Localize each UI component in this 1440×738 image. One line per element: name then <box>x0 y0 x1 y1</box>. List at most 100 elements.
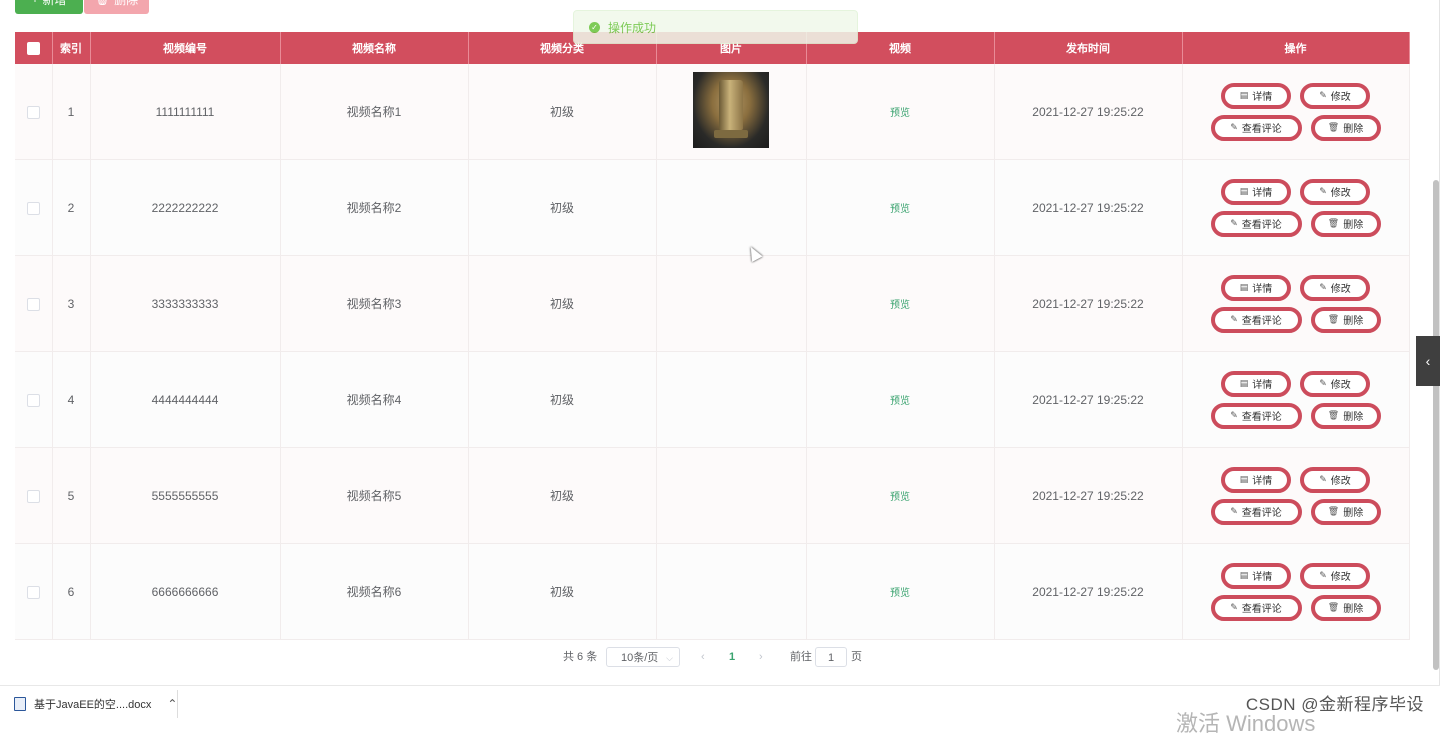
row-select-cell[interactable] <box>15 255 53 352</box>
row-video-code: 2222222222 <box>90 159 281 256</box>
delete-button[interactable]: 🗑 删除 <box>1310 306 1381 333</box>
row-video-cell: 预览 <box>806 64 995 160</box>
trash-icon: 🗑 <box>95 0 110 6</box>
goto-prefix: 前往 <box>790 651 812 663</box>
row-video-category: 初级 <box>468 351 657 448</box>
delete-button[interactable]: 🗑 删除 <box>1310 210 1381 237</box>
edit-button[interactable]: ✎ 修改 <box>1300 562 1370 589</box>
side-panel-toggle[interactable]: ‹ <box>1416 336 1440 386</box>
edit-button[interactable]: ✎ 修改 <box>1300 274 1370 301</box>
detail-button[interactable]: ▤ 详情 <box>1221 466 1291 493</box>
col-header-index: 索引 <box>52 32 91 64</box>
chevron-down-icon: ⌵ <box>666 653 673 663</box>
row-select-cell[interactable] <box>15 543 53 640</box>
row-image-cell <box>656 351 807 448</box>
table-row: 5 5555555555 视频名称5 初级 预览 2021-12-27 19:2… <box>15 447 1410 544</box>
row-actions: ▤ 详情 ✎ 修改 ✎ 查看评论 🗑 删除 <box>1182 351 1410 448</box>
row-actions: ▤ 详情 ✎ 修改 ✎ 查看评论 🗑 删除 <box>1182 447 1410 544</box>
video-preview-link[interactable]: 预览 <box>890 492 910 503</box>
pagination: 共 6 条 10条/页 ⌵ ‹ 1 › 前往 1 页 <box>0 647 1440 667</box>
prev-page-icon[interactable]: ‹ <box>701 647 705 667</box>
document-icon: ▤ <box>1239 378 1249 388</box>
row-checkbox[interactable] <box>26 105 40 119</box>
video-preview-link[interactable]: 预览 <box>890 396 910 407</box>
batch-delete-button[interactable]: 🗑删除 <box>84 0 149 14</box>
select-all-cell[interactable] <box>15 32 53 64</box>
trash-icon: 🗑 <box>1327 506 1340 516</box>
pencil-icon: ✎ <box>1230 314 1238 324</box>
row-video-code: 1111111111 <box>90 64 281 160</box>
goto-page-input[interactable]: 1 <box>815 647 847 667</box>
row-select-cell[interactable] <box>15 351 53 448</box>
delete-button[interactable]: 🗑 删除 <box>1310 402 1381 429</box>
table-row: 3 3333333333 视频名称3 初级 预览 2021-12-27 19:2… <box>15 255 1410 352</box>
delete-button[interactable]: 🗑 删除 <box>1310 594 1381 621</box>
chevron-left-icon: ‹ <box>1425 353 1431 369</box>
download-filename: 基于JavaEE的空....docx <box>34 699 152 711</box>
row-select-cell[interactable] <box>15 447 53 544</box>
pencil-icon: ✎ <box>1319 282 1327 292</box>
select-all-checkbox[interactable] <box>26 41 40 55</box>
row-video-code: 6666666666 <box>90 543 281 640</box>
row-checkbox[interactable] <box>26 585 40 599</box>
pencil-icon: ✎ <box>1319 186 1327 196</box>
trash-icon: 🗑 <box>1327 602 1340 612</box>
video-preview-link[interactable]: 预览 <box>890 300 910 311</box>
next-page-icon[interactable]: › <box>759 647 763 667</box>
row-video-category: 初级 <box>468 255 657 352</box>
detail-button[interactable]: ▤ 详情 <box>1221 82 1291 109</box>
detail-button[interactable]: ▤ 详情 <box>1221 370 1291 397</box>
view-comments-button[interactable]: ✎ 查看评论 <box>1210 306 1302 333</box>
row-select-cell[interactable] <box>15 159 53 256</box>
video-preview-link[interactable]: 预览 <box>890 588 910 599</box>
video-preview-link[interactable]: 预览 <box>890 108 910 119</box>
success-toast: ✓ 操作成功 <box>573 10 858 44</box>
goto-suffix: 页 <box>851 651 862 663</box>
edit-button[interactable]: ✎ 修改 <box>1300 82 1370 109</box>
view-comments-button[interactable]: ✎ 查看评论 <box>1210 594 1302 621</box>
view-comments-button[interactable]: ✎ 查看评论 <box>1210 402 1302 429</box>
detail-button[interactable]: ▤ 详情 <box>1221 562 1291 589</box>
row-video-code: 5555555555 <box>90 447 281 544</box>
add-button[interactable]: +新增 <box>15 0 83 14</box>
vertical-scrollbar[interactable] <box>1433 180 1439 670</box>
delete-button[interactable]: 🗑 删除 <box>1310 114 1381 141</box>
document-icon: ▤ <box>1239 474 1249 484</box>
row-checkbox[interactable] <box>26 489 40 503</box>
video-thumbnail-image <box>693 72 769 148</box>
chevron-up-icon[interactable]: ⌃ <box>167 697 177 711</box>
row-select-cell[interactable] <box>15 64 53 160</box>
pencil-icon: ✎ <box>1319 474 1327 484</box>
pencil-icon: ✎ <box>1319 570 1327 580</box>
video-preview-link[interactable]: 预览 <box>890 204 910 215</box>
row-checkbox[interactable] <box>26 297 40 311</box>
row-publish-time: 2021-12-27 19:25:22 <box>994 159 1183 256</box>
view-comments-button[interactable]: ✎ 查看评论 <box>1210 210 1302 237</box>
row-video-cell: 预览 <box>806 543 995 640</box>
detail-button[interactable]: ▤ 详情 <box>1221 178 1291 205</box>
row-image-cell <box>656 543 807 640</box>
row-index: 4 <box>52 351 91 448</box>
view-comments-button[interactable]: ✎ 查看评论 <box>1210 498 1302 525</box>
edit-button[interactable]: ✎ 修改 <box>1300 466 1370 493</box>
page-size-select[interactable]: 10条/页 ⌵ <box>606 647 680 667</box>
edit-button[interactable]: ✎ 修改 <box>1300 370 1370 397</box>
row-index: 6 <box>52 543 91 640</box>
row-video-name: 视频名称4 <box>280 351 469 448</box>
edit-button[interactable]: ✎ 修改 <box>1300 178 1370 205</box>
row-video-category: 初级 <box>468 447 657 544</box>
delete-button[interactable]: 🗑 删除 <box>1310 498 1381 525</box>
download-item[interactable]: 基于JavaEE的空....docx ⌃ <box>14 686 177 722</box>
video-table: 索引 视频编号 视频名称 视频分类 图片 视频 发布时间 操作 1 111111… <box>15 32 1410 640</box>
row-index: 1 <box>52 64 91 160</box>
table-row: 2 2222222222 视频名称2 初级 预览 2021-12-27 19:2… <box>15 159 1410 256</box>
view-comments-button[interactable]: ✎ 查看评论 <box>1210 114 1302 141</box>
trash-icon: 🗑 <box>1327 314 1340 324</box>
detail-button[interactable]: ▤ 详情 <box>1221 274 1291 301</box>
page-number[interactable]: 1 <box>729 647 735 667</box>
word-document-icon <box>14 697 26 711</box>
table-row: 4 4444444444 视频名称4 初级 预览 2021-12-27 19:2… <box>15 351 1410 448</box>
row-index: 3 <box>52 255 91 352</box>
row-checkbox[interactable] <box>26 201 40 215</box>
row-checkbox[interactable] <box>26 393 40 407</box>
